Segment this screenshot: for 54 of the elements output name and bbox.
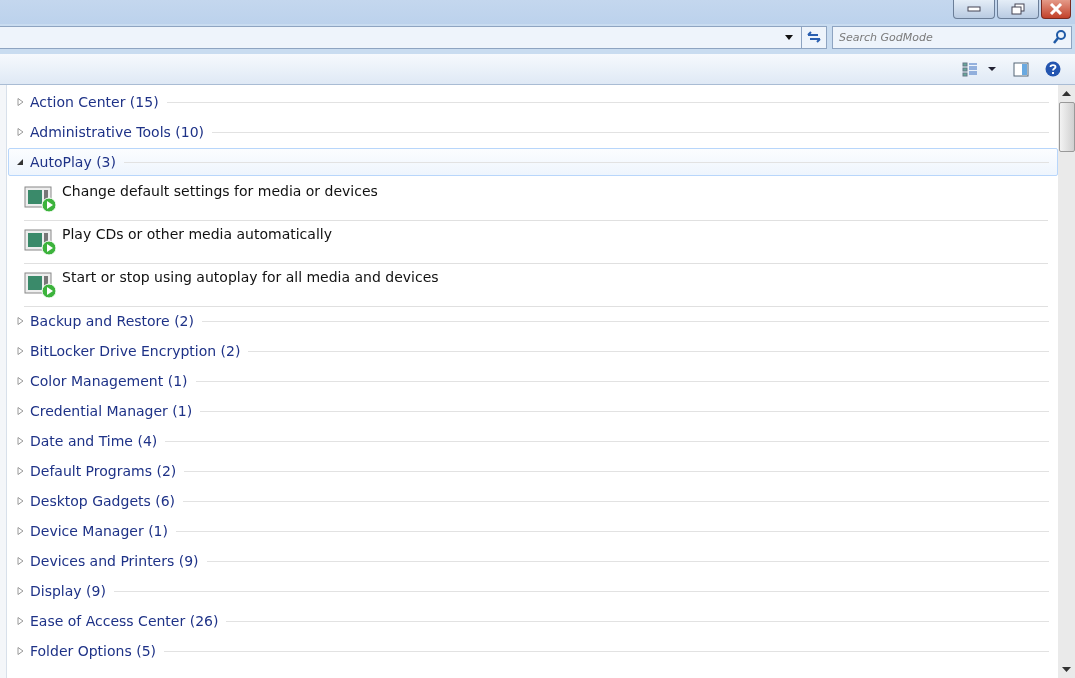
minimize-icon <box>967 6 981 12</box>
category-header[interactable]: Default Programs (2) <box>8 457 1058 485</box>
category-header[interactable]: Display (9) <box>8 577 1058 605</box>
expand-icon <box>17 587 24 595</box>
category-header[interactable]: Backup and Restore (2) <box>8 307 1058 335</box>
expand-icon <box>17 158 24 166</box>
expand-icon <box>17 557 24 565</box>
refresh-button[interactable] <box>801 25 827 49</box>
expand-icon <box>17 647 24 655</box>
category-header[interactable]: Credential Manager (1) <box>8 397 1058 425</box>
expand-icon <box>17 467 24 475</box>
autoplay-icon <box>24 269 58 299</box>
expand-icon <box>17 317 24 325</box>
close-button[interactable] <box>1041 0 1071 19</box>
category-header[interactable]: Ease of Access Center (26) <box>8 607 1058 635</box>
expand-icon <box>17 377 24 385</box>
category-header[interactable]: Color Management (1) <box>8 367 1058 395</box>
category-header[interactable]: Desktop Gadgets (6) <box>8 487 1058 515</box>
expand-icon <box>17 437 24 445</box>
expand-icon <box>17 128 24 136</box>
restore-button[interactable] <box>997 0 1039 19</box>
help-icon <box>1045 61 1061 77</box>
category-header[interactable]: BitLocker Drive Encryption (2) <box>8 337 1058 365</box>
scroll-down-icon[interactable] <box>1062 667 1071 672</box>
list-view-icon <box>961 61 997 77</box>
task-link[interactable]: Change default settings for media or devices <box>62 183 378 199</box>
category-header[interactable]: Folder Options (5) <box>8 637 1058 665</box>
autoplay-icon <box>24 183 58 213</box>
expand-icon <box>17 407 24 415</box>
scroll-up-icon[interactable] <box>1062 91 1071 96</box>
minimize-button[interactable] <box>953 0 995 19</box>
expand-icon <box>17 497 24 505</box>
pane-icon <box>1013 61 1029 77</box>
refresh-icon <box>806 30 822 44</box>
task-link[interactable]: Play CDs or other media automatically <box>62 226 332 242</box>
category-header[interactable]: Administrative Tools (10) <box>8 118 1058 146</box>
expand-icon <box>17 617 24 625</box>
close-icon <box>1049 3 1063 15</box>
search-field[interactable]: Search GodMode <box>832 25 1072 49</box>
search-icon <box>1053 29 1067 44</box>
scrollbar[interactable] <box>1058 85 1075 678</box>
restore-icon <box>1011 3 1025 15</box>
scrollbar-thumb[interactable] <box>1058 102 1075 152</box>
expand-icon <box>17 98 24 106</box>
category-header[interactable]: Date and Time (4) <box>8 427 1058 455</box>
category-header[interactable]: Devices and Printers (9) <box>8 547 1058 575</box>
category-header[interactable]: AutoPlay (3) <box>8 148 1058 176</box>
task-link[interactable]: Start or stop using autoplay for all media and devices <box>62 269 439 285</box>
expand-icon <box>17 527 24 535</box>
category-header[interactable]: Device Manager (1) <box>8 517 1058 545</box>
autoplay-icon <box>24 226 58 256</box>
category-header[interactable]: Action Center (15) <box>8 88 1058 116</box>
expand-icon <box>17 347 24 355</box>
dropdown-icon <box>785 34 793 40</box>
